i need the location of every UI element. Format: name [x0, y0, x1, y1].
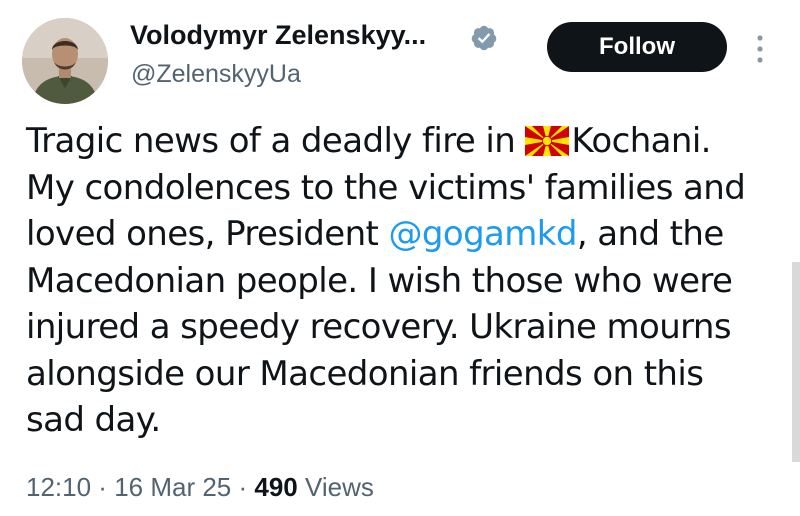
meta-separator: ·	[231, 472, 255, 502]
mention-link[interactable]: @gogamkd	[388, 214, 577, 254]
author-handle[interactable]: @ZelenskyyUa	[131, 60, 301, 89]
follow-button[interactable]: Follow	[547, 22, 727, 72]
tweet-line: injured a speedy recovery. Ukraine mourn…	[26, 307, 732, 347]
tweet-line: sad day.	[26, 400, 161, 440]
tweet-line: My condolences to the victims' families …	[26, 167, 746, 208]
views-label: Views	[297, 472, 374, 502]
tweet-time[interactable]: 12:10	[26, 472, 91, 502]
tweet-date[interactable]: 16 Mar 25	[114, 472, 231, 502]
verified-badge-icon	[471, 25, 497, 51]
north-macedonia-flag-icon	[525, 126, 570, 156]
tweet-text: Tragic news of a deadly fire in Kochani.…	[26, 118, 786, 444]
tweet-line: alongside our Macedonian friends on this	[26, 353, 704, 394]
tweet-card: Volodymyr Zelenskyy... @ZelenskyyUa Foll…	[0, 0, 800, 516]
views-count: 490	[254, 472, 298, 502]
tweet-text-segment: Kochani.	[571, 121, 711, 161]
scrollbar[interactable]	[792, 262, 800, 462]
author-display-name[interactable]: Volodymyr Zelenskyy...	[130, 20, 426, 51]
tweet-text-segment: Tragic news of a deadly fire in	[26, 121, 526, 161]
tweet-text-segment: , and the	[576, 214, 724, 254]
tweet-line: Tragic news of a deadly fire in Kochani.	[26, 118, 786, 165]
avatar[interactable]	[22, 18, 108, 104]
tweet-meta: 12:10 · 16 Mar 25 · 490 Views	[26, 472, 374, 503]
tweet-line: loved ones, President @gogamkd, and the	[26, 211, 786, 258]
meta-separator: ·	[91, 472, 115, 502]
tweet-text-segment: loved ones, President	[26, 214, 389, 254]
vertical-ellipsis-icon[interactable]	[752, 34, 768, 64]
tweet-line: Macedonian people. I wish those who were	[26, 260, 733, 301]
